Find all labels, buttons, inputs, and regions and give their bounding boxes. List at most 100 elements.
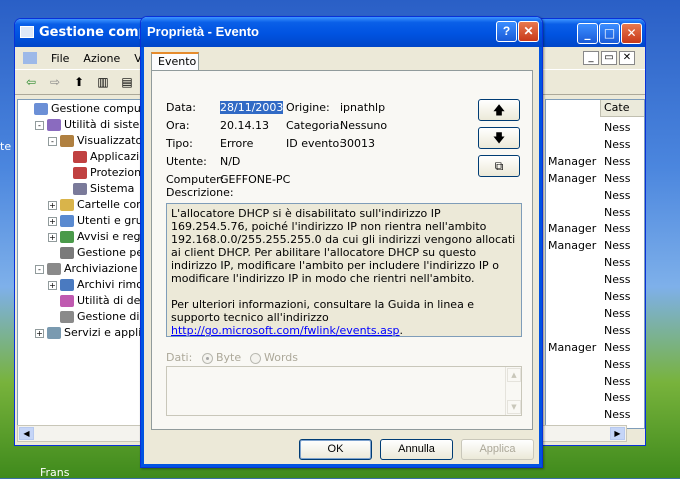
child-restore-button[interactable]: ▭: [601, 51, 617, 65]
expand-icon[interactable]: +: [48, 200, 57, 210]
event-user-cell[interactable]: Manager: [548, 154, 596, 170]
arrow-up-icon: 🡅: [492, 103, 506, 117]
back-arrow-icon[interactable]: ⇦: [21, 73, 41, 91]
event-category-cell[interactable]: Ness: [604, 255, 630, 271]
desktop-icon-label[interactable]: te: [0, 140, 11, 153]
event-category-cell[interactable]: Ness: [604, 272, 630, 288]
tab-evento[interactable]: Evento: [151, 52, 199, 71]
cancel-button[interactable]: Annulla: [380, 439, 453, 460]
properties-icon[interactable]: ▤: [117, 73, 137, 91]
ok-button[interactable]: OK: [299, 439, 372, 460]
scroll-right-icon[interactable]: ▶: [610, 427, 625, 440]
help-button[interactable]: ?: [496, 21, 517, 42]
collapse-icon[interactable]: -: [48, 136, 57, 146]
column-header-category[interactable]: Cate: [600, 100, 644, 117]
event-category-cell[interactable]: Ness: [604, 137, 630, 153]
event-category-cell[interactable]: Ness: [604, 188, 630, 204]
data-vertical-scrollbar[interactable]: ▲ ▼: [505, 367, 521, 415]
event-category-cell[interactable]: Ness: [604, 289, 630, 305]
event-category-cell[interactable]: Ness: [604, 357, 630, 373]
event-category-cell[interactable]: Ness: [604, 221, 630, 237]
tree-item[interactable]: + Cartelle cond: [48, 197, 143, 213]
copy-button[interactable]: ⧉: [478, 155, 520, 177]
tree-item[interactable]: Applicazio: [61, 149, 142, 165]
tree-item[interactable]: Protezion: [61, 165, 141, 181]
event-category-cell[interactable]: Ness: [604, 407, 630, 423]
tree-item-label: Cartelle cond: [77, 198, 143, 211]
tree-item[interactable]: Gestione peri: [48, 245, 142, 261]
id-evento-label: ID evento:: [286, 137, 343, 150]
description-more-info: Per ulteriori informazioni, consultare l…: [171, 298, 517, 337]
console-icon: [23, 52, 37, 64]
collapse-icon[interactable]: -: [35, 120, 44, 130]
data-textbox[interactable]: ▲ ▼: [166, 366, 522, 416]
up-folder-icon[interactable]: ⬆: [69, 73, 89, 91]
tree-item[interactable]: + Utenti e grup: [48, 213, 142, 229]
tree-item[interactable]: + Servizi e applicazi: [35, 325, 142, 341]
next-event-button[interactable]: 🡇: [478, 127, 520, 149]
tree-item-label: Archiviazione: [64, 262, 138, 275]
event-category-cell[interactable]: Ness: [604, 171, 630, 187]
apply-button[interactable]: Applica: [461, 439, 534, 460]
forward-arrow-icon[interactable]: ⇨: [45, 73, 65, 91]
collapse-icon[interactable]: -: [35, 264, 44, 274]
origine-value: ipnathlp: [340, 101, 386, 114]
tree-node-icon: [60, 295, 74, 307]
data-label: Data:: [166, 101, 196, 114]
categoria-value: Nessuno: [340, 119, 388, 132]
event-category-cell[interactable]: Ness: [604, 390, 630, 406]
close-button[interactable]: ✕: [621, 23, 642, 44]
description-textbox[interactable]: L'allocatore DHCP si è disabilitato sull…: [166, 203, 522, 337]
menu-file[interactable]: File: [51, 52, 69, 65]
desktop-icon-label[interactable]: Frans: [40, 466, 70, 479]
tree-item[interactable]: - Visualizzatore: [48, 133, 142, 149]
scroll-down-icon[interactable]: ▼: [507, 400, 521, 414]
tree-item[interactable]: Utilità di defra: [48, 293, 142, 309]
radio-words[interactable]: Words: [250, 351, 298, 364]
computer-icon: [20, 26, 34, 38]
dialog-title-bar[interactable]: Proprietà - Evento ? ✕: [141, 17, 542, 47]
scroll-up-icon[interactable]: ▲: [507, 368, 521, 382]
radio-words-icon: [250, 352, 261, 364]
tree-node-icon: [60, 199, 74, 211]
event-user-cell[interactable]: Manager: [548, 340, 596, 356]
events-help-link[interactable]: http://go.microsoft.com/fwlink/events.as…: [171, 324, 400, 337]
event-category-cell[interactable]: Ness: [604, 323, 630, 339]
tree-item[interactable]: - Archiviazione: [35, 261, 138, 277]
child-minimize-button[interactable]: _: [583, 51, 599, 65]
expand-icon[interactable]: +: [48, 216, 57, 226]
event-category-cell[interactable]: Ness: [604, 154, 630, 170]
event-category-cell[interactable]: Ness: [604, 238, 630, 254]
dialog-close-button[interactable]: ✕: [518, 21, 539, 42]
menu-azione[interactable]: Azione: [83, 52, 120, 65]
expand-icon[interactable]: +: [35, 328, 44, 338]
radio-byte[interactable]: Byte: [202, 351, 241, 364]
child-close-button[interactable]: ✕: [619, 51, 635, 65]
tree-item[interactable]: + Archivi rimovi: [48, 277, 142, 293]
tree-item[interactable]: Gestione disc: [48, 309, 142, 325]
tree-item[interactable]: Gestione computer (lo: [22, 101, 142, 117]
event-category-cell[interactable]: Ness: [604, 374, 630, 390]
event-category-cell[interactable]: Ness: [604, 205, 630, 221]
expand-icon[interactable]: +: [48, 232, 57, 242]
tree-item[interactable]: Sistema: [61, 181, 134, 197]
show-tree-icon[interactable]: ▥: [93, 73, 113, 91]
event-category-cell[interactable]: Ness: [604, 340, 630, 356]
event-user-cell[interactable]: Manager: [548, 238, 596, 254]
minimize-button[interactable]: _: [577, 23, 598, 44]
event-category-cell[interactable]: Ness: [604, 306, 630, 322]
event-user-cell[interactable]: Manager: [548, 171, 596, 187]
tree-item[interactable]: + Avvisi e regis: [48, 229, 142, 245]
event-user-cell[interactable]: Manager: [548, 221, 596, 237]
tree-item[interactable]: - Utilità di sistema: [35, 117, 142, 133]
event-category-cell[interactable]: Ness: [604, 120, 630, 136]
expand-icon[interactable]: +: [48, 280, 57, 290]
ora-label: Ora:: [166, 119, 190, 132]
data-value[interactable]: 28/11/2003: [220, 101, 284, 114]
maximize-button[interactable]: □: [599, 23, 620, 44]
description-text: L'allocatore DHCP si è disabilitato sull…: [171, 207, 516, 285]
previous-event-button[interactable]: 🡅: [478, 99, 520, 121]
tree-item-label: Utilità di sistema: [64, 118, 142, 131]
scroll-left-icon[interactable]: ◀: [19, 427, 34, 440]
tree-node-icon: [73, 167, 87, 179]
